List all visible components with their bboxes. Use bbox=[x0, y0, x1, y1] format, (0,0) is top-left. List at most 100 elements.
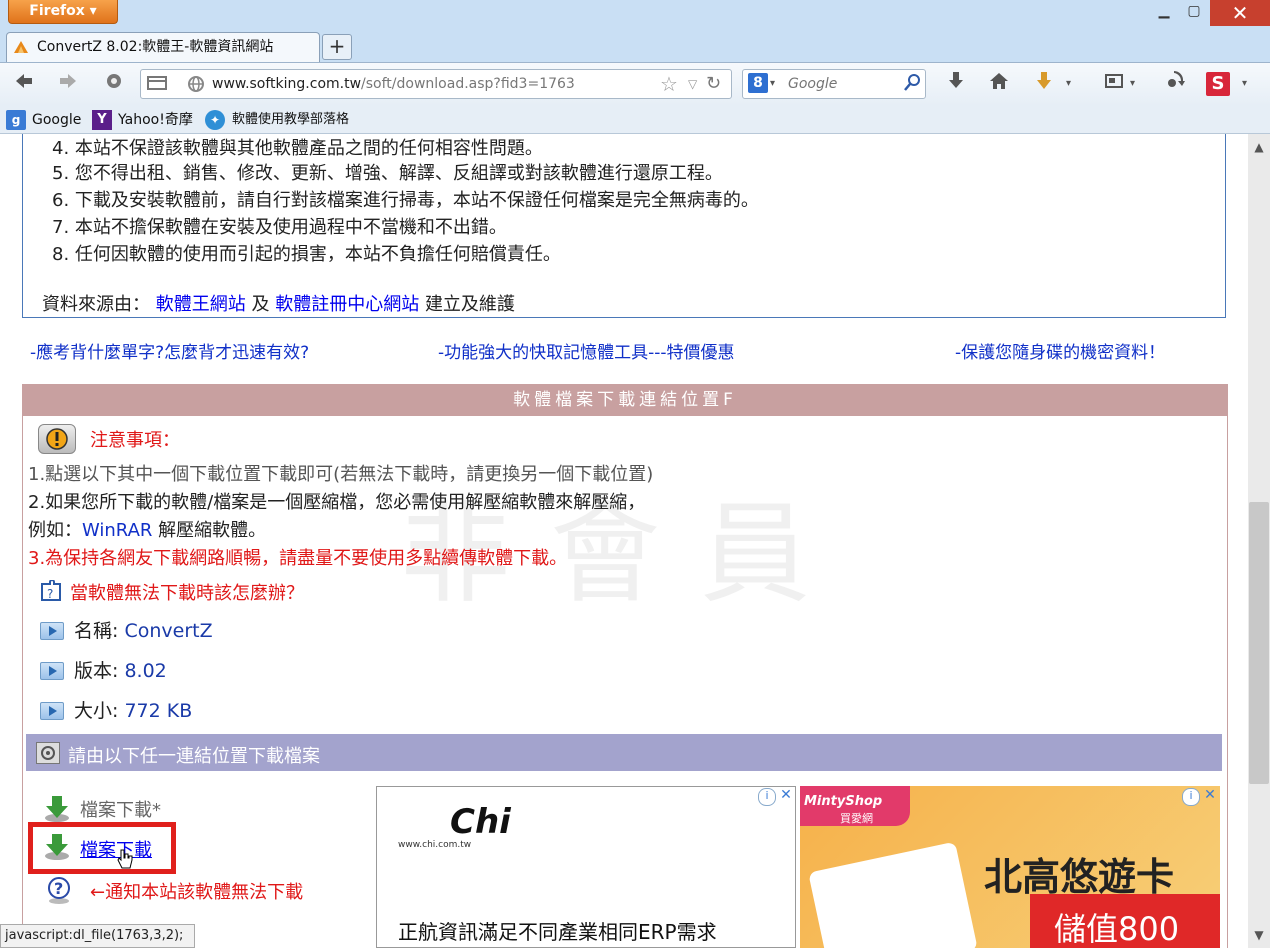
minimize-button[interactable]: ▁ bbox=[1150, 0, 1178, 24]
mintyshop-sub: 買愛網 bbox=[840, 812, 873, 825]
terms-item: 8. 任何因軟體的使用而引起的損害，本站不負擔任何賠償責任。 bbox=[52, 244, 561, 265]
chevron-down-icon[interactable]: ▾ bbox=[1242, 74, 1256, 94]
ad-info-icon[interactable]: i bbox=[1182, 788, 1200, 806]
maximize-button[interactable]: ▢ bbox=[1180, 0, 1208, 24]
question-help-icon: ? bbox=[44, 876, 74, 906]
search-magnifier-icon[interactable] bbox=[902, 72, 924, 96]
size-value: 772 KB bbox=[124, 700, 193, 722]
url-text[interactable]: www.softking.com.tw/soft/download.asp?fi… bbox=[212, 74, 575, 94]
help-link[interactable]: 當軟體無法下載時該怎麼辦？ bbox=[70, 579, 304, 605]
download-green-arrow-icon bbox=[42, 832, 72, 862]
warning-icon bbox=[38, 424, 76, 454]
name-row: 名稱: ConvertZ bbox=[74, 616, 213, 643]
easycard-image bbox=[808, 841, 978, 948]
download-link-1[interactable]: 檔案下載* bbox=[80, 796, 161, 822]
ad2-price: 儲值800 bbox=[1054, 910, 1180, 948]
google-search-engine-icon[interactable]: 8 bbox=[748, 73, 768, 93]
addon-gear-icon[interactable] bbox=[100, 70, 128, 98]
terms-item: 5. 您不得出租、銷售、修改、更新、增強、解譯、反組譯或對該軟體進行還原工程。 bbox=[52, 163, 723, 184]
size-label: 大小: bbox=[74, 700, 119, 722]
play-bullet-icon bbox=[40, 662, 64, 680]
registry-center-link[interactable]: 軟體註冊中心網站 bbox=[275, 294, 419, 315]
source-line: 資料來源由： 軟體王網站 及 軟體註冊中心網站 建立及維護 bbox=[42, 290, 515, 316]
version-row: 版本: 8.02 bbox=[74, 656, 167, 683]
winrar-link[interactable]: WinRAR bbox=[82, 520, 152, 541]
source-suffix: 建立及維護 bbox=[424, 294, 515, 315]
links-header-text: 請由以下任一連結位置下載檔案 bbox=[68, 746, 320, 767]
url-dropdown-icon[interactable]: ▽ bbox=[688, 72, 702, 96]
back-arrow-icon[interactable] bbox=[10, 70, 38, 98]
bookmark-yahoo[interactable]: Yahoo!奇摩 bbox=[118, 108, 193, 132]
blog-favicon-icon: ✦ bbox=[205, 110, 225, 130]
bookmark-blog[interactable]: 軟體使用教學部落格 bbox=[232, 108, 349, 132]
download-helper-icon[interactable] bbox=[1030, 70, 1058, 98]
download-green-arrow-icon bbox=[42, 794, 72, 824]
promo-link-3[interactable]: -保護您隨身碟的機密資料！ bbox=[955, 338, 1165, 363]
version-label: 版本: bbox=[74, 660, 119, 682]
name-label: 名稱: bbox=[74, 620, 119, 642]
sync-icon[interactable] bbox=[1160, 70, 1188, 98]
bookmark-star-icon[interactable]: ☆ bbox=[660, 72, 684, 96]
terms-item: 6. 下載及安裝軟體前，請自行對該檔案進行掃毒，本站不保證任何檔案是完全無病毒的… bbox=[52, 190, 759, 211]
ad-close-icon[interactable]: ✕ bbox=[1202, 786, 1218, 804]
note-example-suffix: 解壓縮軟體。 bbox=[158, 520, 267, 541]
note-line-4: 3.為保持各網友下載網路順暢，請盡量不要使用多點續傳軟體下載。 bbox=[28, 548, 568, 569]
firefox-menu-button[interactable]: Firefox ▾ bbox=[8, 0, 118, 24]
note-line-2: 2.如果您所下載的軟體/檔案是一個壓縮檔，您必需使用解壓縮軟體來解壓縮， bbox=[28, 492, 646, 513]
ad-info-icon[interactable]: i bbox=[758, 788, 776, 806]
chevron-down-icon[interactable]: ▾ bbox=[1130, 74, 1144, 94]
mintyshop-brand: MintyShop bbox=[804, 794, 883, 809]
help-puzzle-icon: ? bbox=[38, 579, 64, 604]
note-line-1: 1.點選以下其中一個下載位置下載即可(若無法下載時，請更換另一個下載位置) bbox=[28, 464, 654, 485]
terms-item: 7. 本站不擔保軟體在安裝及使用過程中不當機和不出錯。 bbox=[52, 217, 507, 238]
note-line-3: 例如：WinRAR 解壓縮軟體。 bbox=[28, 516, 266, 542]
promo-link-2[interactable]: -功能強大的快取記憶體工具---特價優惠 bbox=[438, 338, 735, 363]
window-manager-icon[interactable] bbox=[1100, 70, 1128, 98]
link-header-icon bbox=[36, 742, 60, 764]
home-icon[interactable] bbox=[985, 70, 1013, 98]
svg-text:?: ? bbox=[47, 587, 53, 601]
softking-favicon-icon bbox=[12, 38, 30, 56]
hand-cursor-icon bbox=[116, 848, 134, 870]
search-input[interactable] bbox=[788, 74, 898, 94]
new-tab-button[interactable]: + bbox=[322, 34, 352, 60]
chevron-down-icon[interactable]: ▾ bbox=[1066, 74, 1080, 94]
notice-title: 注意事項： bbox=[90, 430, 180, 451]
tab-active[interactable]: ConvertZ 8.02:軟體王-軟體資訊網站 bbox=[6, 32, 320, 62]
size-row: 大小: 772 KB bbox=[74, 696, 192, 723]
page-grid-icon[interactable] bbox=[146, 73, 168, 93]
status-bar: javascript:dl_file(1763,3,2); bbox=[0, 924, 195, 948]
report-broken-link[interactable]: ←通知本站該軟體無法下載 bbox=[90, 878, 303, 904]
scrollbar-thumb[interactable] bbox=[1249, 502, 1269, 784]
yahoo-favicon-icon: Y bbox=[92, 110, 112, 130]
version-value: 8.02 bbox=[124, 660, 167, 682]
download-arrow-icon[interactable] bbox=[942, 70, 970, 98]
scroll-up-arrow-icon[interactable]: ▲ bbox=[1250, 138, 1268, 156]
bookmark-google[interactable]: Google bbox=[32, 108, 81, 132]
forward-arrow-icon[interactable] bbox=[54, 70, 82, 98]
download-section-header: 軟體檔案下載連結位置F bbox=[22, 384, 1228, 416]
note-example-prefix: 例如： bbox=[28, 520, 82, 541]
name-value: ConvertZ bbox=[124, 620, 213, 642]
promo-link-1[interactable]: -應考背什麼單字?怎麼背才迅速有效? bbox=[30, 338, 309, 363]
scroll-down-arrow-icon[interactable]: ▼ bbox=[1250, 926, 1268, 944]
softking-link[interactable]: 軟體王網站 bbox=[156, 294, 246, 315]
addon-s-icon[interactable]: S bbox=[1206, 72, 1230, 96]
ad-close-icon[interactable]: ✕ bbox=[778, 786, 794, 804]
chi-ad-text: 正航資訊滿足不同產業相同ERP需求 bbox=[398, 920, 717, 944]
chi-url: www.chi.com.tw bbox=[398, 840, 472, 850]
terms-item: 4. 本站不保證該軟體與其他軟體產品之間的任何相容性問題。 bbox=[52, 138, 543, 159]
source-prefix: 資料來源由： bbox=[42, 294, 150, 315]
chevron-down-icon[interactable]: ▾ bbox=[770, 74, 782, 94]
play-bullet-icon bbox=[40, 702, 64, 720]
reload-icon[interactable]: ↻ bbox=[706, 72, 728, 96]
url-path: /soft/download.asp?fid3=1763 bbox=[361, 76, 575, 92]
google-favicon-icon: g bbox=[6, 110, 26, 130]
svg-text:?: ? bbox=[54, 879, 63, 898]
ad2-title: 北高悠遊卡 bbox=[984, 855, 1175, 899]
globe-icon bbox=[186, 74, 206, 94]
chi-logo: Chi bbox=[450, 802, 511, 842]
title-bar bbox=[0, 0, 1270, 30]
source-and: 及 bbox=[251, 294, 270, 315]
close-button[interactable]: ✕ bbox=[1210, 0, 1270, 26]
